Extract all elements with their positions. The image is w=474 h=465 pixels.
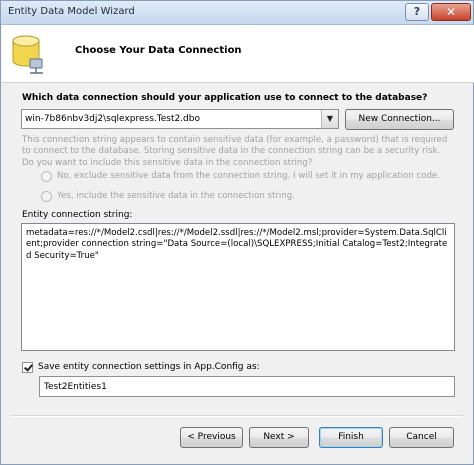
- cancel-button[interactable]: Cancel: [389, 427, 454, 448]
- radio-button[interactable]: [41, 191, 52, 202]
- entity-connection-value: metadata=res://*/Model2.csdl|res://*/Mod…: [26, 228, 448, 261]
- entity-connection-textbox[interactable]: metadata=res://*/Model2.csdl|res://*/Mod…: [21, 223, 455, 351]
- radio-exclude-label: No, exclude sensitive data from the conn…: [57, 171, 440, 181]
- window-title: Entity Data Model Wizard: [8, 6, 135, 17]
- help-button[interactable]: ?: [405, 3, 429, 21]
- wizard-window: Entity Data Model Wizard ? ✕ Choose Your…: [0, 0, 474, 465]
- connection-selected-value: win-7b86nbv3dj2\sqlexpress.Test2.dbo: [25, 114, 200, 124]
- database-icon: [12, 35, 43, 74]
- config-name-input[interactable]: Test2Entities1: [39, 376, 455, 397]
- next-button[interactable]: Next >: [249, 427, 309, 448]
- previous-button[interactable]: < Previous: [180, 427, 243, 448]
- footer-divider: [11, 415, 463, 417]
- connection-question: Which data connection should your applic…: [22, 93, 428, 103]
- new-connection-button[interactable]: New Connection...: [345, 109, 454, 130]
- save-settings-checkbox[interactable]: [22, 362, 33, 373]
- chevron-down-icon[interactable]: ▼: [321, 110, 338, 128]
- sensitive-data-notice: This connection string appears to contai…: [22, 135, 448, 168]
- config-name-value: Test2Entities1: [44, 382, 107, 392]
- radio-button[interactable]: [41, 171, 52, 182]
- title-bar: Entity Data Model Wizard ? ✕: [1, 1, 473, 25]
- entity-connection-label: Entity connection string:: [22, 210, 133, 220]
- close-button[interactable]: ✕: [431, 3, 471, 21]
- radio-include-label: Yes, include the sensitive data in the c…: [57, 191, 295, 201]
- page-title: Choose Your Data Connection: [75, 45, 242, 56]
- finish-button[interactable]: Finish: [319, 427, 383, 448]
- save-settings-label: Save entity connection settings in App.C…: [38, 362, 260, 372]
- connection-dropdown[interactable]: win-7b86nbv3dj2\sqlexpress.Test2.dbo ▼: [21, 109, 339, 129]
- wizard-header: Choose Your Data Connection: [2, 25, 474, 83]
